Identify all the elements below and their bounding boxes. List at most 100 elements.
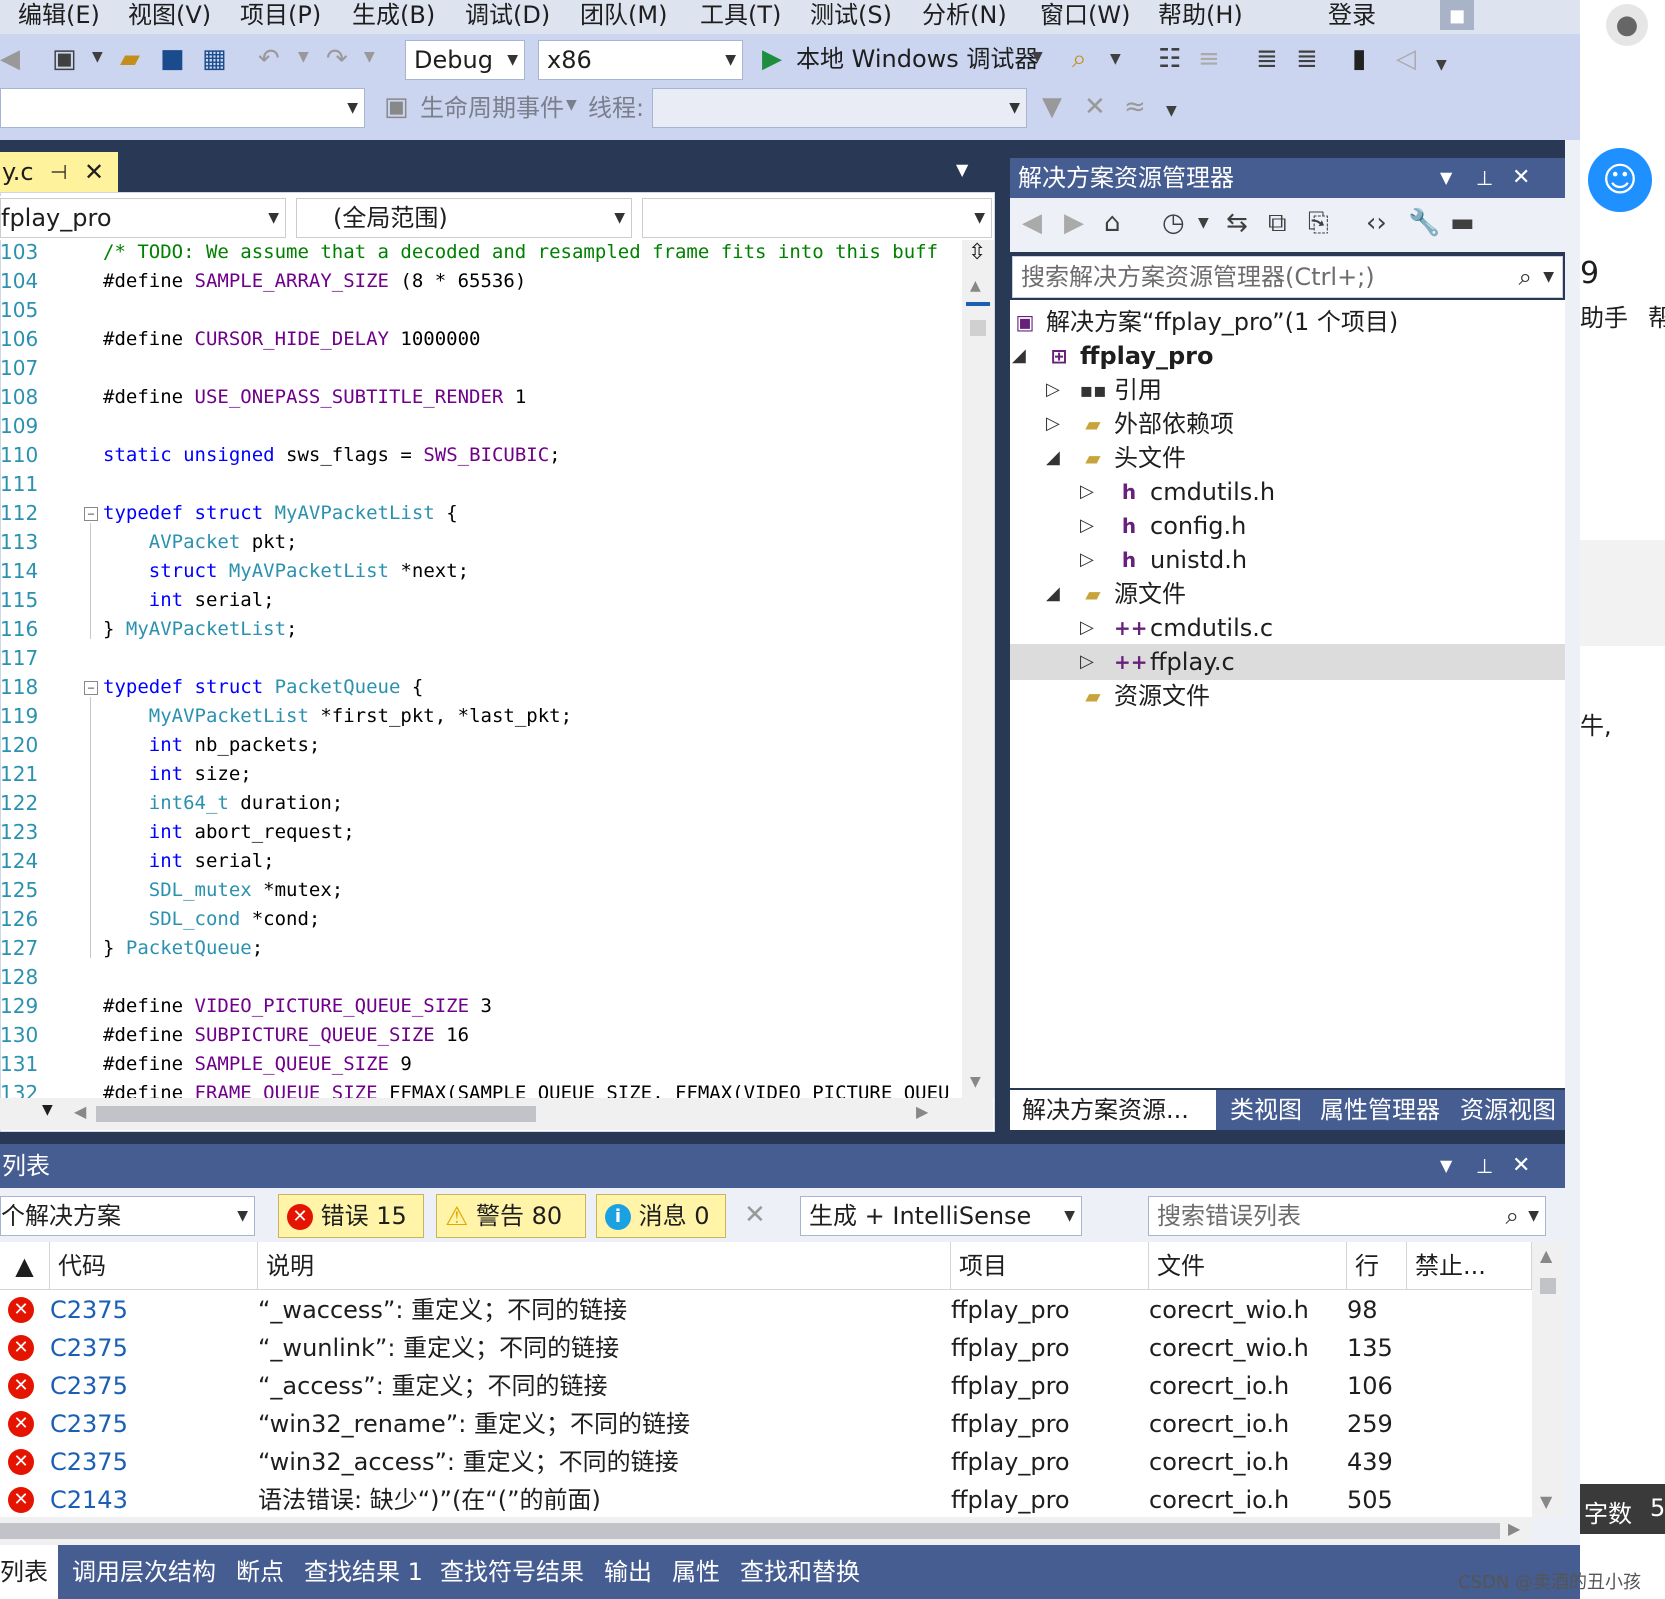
tab-overflow-icon[interactable]: ▼ — [956, 160, 968, 179]
undo-dropdown-icon[interactable]: ▼ — [298, 42, 309, 72]
error-scope-combo[interactable]: 个解决方案 ▼ — [0, 1196, 255, 1236]
properties-icon[interactable]: 🔧 — [1408, 208, 1440, 238]
tree-node[interactable]: ◢ ⊞ ffplay_pro — [1010, 338, 1565, 374]
expanded-arrow-icon[interactable]: ◢ — [1012, 338, 1026, 374]
editor-tab[interactable]: y.c ⊣ ✕ — [0, 152, 118, 192]
code-line[interactable]: 129 #define VIDEO_PICTURE_QUEUE_SIZE 3 — [0, 992, 960, 1021]
thread-combo[interactable]: ▼ — [652, 88, 1027, 128]
error-code-link[interactable]: C2143 — [50, 1480, 128, 1517]
run-debugger-button[interactable]: 本地 Windows 调试器 — [796, 42, 1038, 76]
comment-icon[interactable]: ≣ — [1256, 44, 1278, 74]
code-line[interactable]: 130 #define SUBPICTURE_QUEUE_SIZE 16 — [0, 1021, 960, 1050]
error-code-link[interactable]: C2375 — [50, 1442, 128, 1482]
scroll-up-icon[interactable]: ▲ — [1540, 1246, 1552, 1265]
lifecycle-icon[interactable]: ▣ — [384, 92, 409, 122]
target-combo[interactable]: ▼ — [0, 88, 365, 128]
bookmark-list-icon[interactable]: ☷ — [1158, 44, 1181, 74]
pin-icon[interactable]: ⊥ — [1476, 1144, 1493, 1188]
tab-resource-view[interactable]: 资源视图 — [1460, 1090, 1564, 1130]
flag-threads-icon[interactable]: ≈ — [1124, 92, 1146, 122]
tree-node[interactable]: ▷ h config.h — [1010, 508, 1565, 544]
redo-dropdown-icon[interactable]: ▼ — [364, 42, 375, 72]
search-icon[interactable]: ⌕ — [1506, 1197, 1519, 1235]
sort-indicator-icon[interactable]: ▲ — [0, 1242, 50, 1290]
show-all-files-icon[interactable]: ⎘ — [1308, 208, 1329, 238]
tab-breakpoints[interactable]: 断点 — [236, 1545, 284, 1599]
pin-icon[interactable]: ⊣ — [50, 152, 67, 192]
dropdown-icon[interactable]: ▼ — [1198, 208, 1209, 238]
menu-edit[interactable]: 编辑(E) — [18, 0, 100, 30]
scroll-up-icon[interactable]: ▲ — [970, 278, 981, 294]
prev-bookmark-icon[interactable]: ◁ — [1396, 44, 1416, 74]
code-line[interactable]: 131 #define SAMPLE_QUEUE_SIZE 9 — [0, 1050, 960, 1079]
save-all-icon[interactable]: ▦ — [202, 44, 227, 74]
code-line[interactable]: 109 — [0, 412, 960, 441]
open-folder-icon[interactable]: ▰ — [120, 44, 140, 74]
tab-find-replace[interactable]: 查找和替换 — [740, 1545, 860, 1599]
window-menu-icon[interactable]: ▼ — [1440, 158, 1452, 198]
code-line[interactable]: 116} MyAVPacketList; — [0, 615, 960, 644]
error-row[interactable]: ✕ C2375 “_wunlink”: 重定义；不同的链接 ffplay_pro cor… — [0, 1328, 1532, 1368]
collapsed-arrow-icon[interactable]: ▷ — [1080, 474, 1094, 510]
error-row[interactable]: ✕ C2375 “win32_access”: 重定义；不同的链接 ffplay_pr… — [0, 1442, 1532, 1482]
zoom-dropdown-icon[interactable]: ▼ — [42, 1102, 53, 1118]
code-line[interactable]: 112 typedef struct MyAVPacketList { — [0, 499, 960, 528]
close-icon[interactable]: ✕ — [1512, 1144, 1530, 1188]
horizontal-scroll-thumb[interactable] — [96, 1106, 536, 1122]
tab-find-symbol-results[interactable]: 查找符号结果 — [440, 1545, 584, 1599]
editor-vertical-scrollbar[interactable]: ⇳ ▲ ▼ — [962, 240, 994, 1098]
collapsed-arrow-icon[interactable]: ▷ — [1080, 542, 1094, 578]
dropdown-icon[interactable]: ▼ — [92, 42, 103, 72]
toolbar-options-icon[interactable]: ▼ — [1436, 50, 1447, 80]
toolbar-options-icon[interactable]: ▼ — [1166, 96, 1177, 126]
code-line[interactable]: 108 #define USE_ONEPASS_SUBTITLE_RENDER 1 — [0, 383, 960, 412]
code-line[interactable]: 114 struct MyAVPacketList *next; — [0, 557, 960, 586]
scroll-thumb[interactable] — [970, 320, 986, 336]
column-line[interactable]: 行 — [1347, 1242, 1407, 1290]
code-line[interactable]: 123 int abort_request; — [0, 818, 960, 847]
menu-debug[interactable]: 调试(D) — [465, 0, 550, 30]
code-line[interactable]: 120 int nb_packets; — [0, 731, 960, 760]
messages-filter-button[interactable]: i 消息 0 — [596, 1194, 726, 1238]
code-line[interactable]: 110 static unsigned sws_flags = SWS_BICUB… — [0, 441, 960, 470]
code-line[interactable]: 122 int64_t duration; — [0, 789, 960, 818]
platform-combo[interactable]: x86 ▼ — [538, 40, 743, 80]
menu-window[interactable]: 窗口(W) — [1040, 0, 1130, 30]
menu-build[interactable]: 生成(B) — [352, 0, 435, 30]
undo-icon[interactable]: ↶ — [258, 44, 280, 74]
tab-call-hierarchy[interactable]: 调用层次结构 — [72, 1545, 216, 1599]
menu-project[interactable]: 项目(P) — [240, 0, 321, 30]
code-line[interactable]: 111 — [0, 470, 960, 499]
code-line[interactable]: 106 #define CURSOR_HIDE_DELAY 1000000 — [0, 325, 960, 354]
code-line[interactable]: 105 — [0, 296, 960, 325]
scroll-down-icon[interactable]: ▼ — [970, 1074, 981, 1090]
column-description[interactable]: 说明 — [258, 1242, 951, 1290]
back-icon[interactable]: ◀ — [0, 44, 20, 74]
scope-combo[interactable]: (全局范围) ▼ — [296, 198, 632, 238]
menu-view[interactable]: 视图(V) — [128, 0, 211, 30]
account-icon[interactable]: ◼ — [1440, 0, 1474, 30]
find-in-files-icon[interactable]: ⌕ — [1072, 44, 1087, 74]
tab-solution-explorer[interactable]: 解决方案资源... — [1010, 1090, 1216, 1130]
scroll-left-icon[interactable]: ◀ — [74, 1102, 86, 1121]
errors-filter-button[interactable]: ✕ 错误 15 — [278, 1194, 424, 1238]
code-area[interactable]: 103 /* TODO: We assume that a decoded and… — [0, 240, 960, 1098]
build-intellisense-combo[interactable]: 生成 + IntelliSense ▼ — [800, 1196, 1082, 1236]
back-icon[interactable]: ◀ — [1022, 208, 1042, 238]
close-icon[interactable]: ✕ — [1512, 158, 1530, 198]
save-icon[interactable]: ■ — [160, 44, 185, 74]
tab-property-manager[interactable]: 属性管理器 — [1320, 1090, 1448, 1130]
tree-node[interactable]: ◢ ▰ 头文件 — [1010, 440, 1565, 476]
menu-test[interactable]: 测试(S) — [810, 0, 892, 30]
code-line[interactable]: 117 — [0, 644, 960, 673]
code-line[interactable]: 104 #define SAMPLE_ARRAY_SIZE (8 * 65536) — [0, 267, 960, 296]
filter-icon[interactable]: ▼ — [1042, 92, 1062, 122]
doraemon-avatar-icon[interactable]: ☺ — [1588, 148, 1652, 212]
error-code-link[interactable]: C2375 — [50, 1328, 128, 1368]
warnings-filter-button[interactable]: ⚠ 警告 80 — [436, 1194, 586, 1238]
window-menu-icon[interactable]: ▼ — [1440, 1144, 1452, 1188]
code-line[interactable]: 119 MyAVPacketList *first_pkt, *last_pkt… — [0, 702, 960, 731]
collapsed-arrow-icon[interactable]: ▷ — [1080, 610, 1094, 646]
error-search-input[interactable]: 搜索错误列表 ⌕ ▼ — [1148, 1196, 1546, 1236]
code-line[interactable]: 115 int serial; — [0, 586, 960, 615]
